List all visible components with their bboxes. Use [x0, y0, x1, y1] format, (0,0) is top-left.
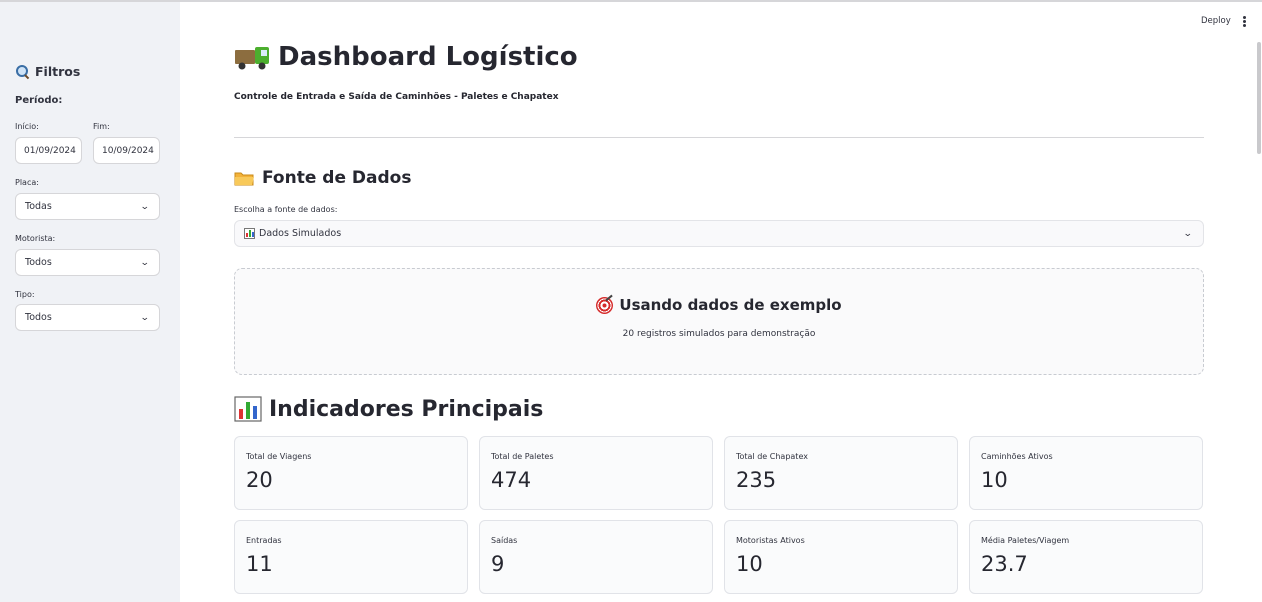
period-label: Período: [15, 95, 63, 106]
scrollbar[interactable] [1257, 42, 1261, 154]
data-source-select-label: Escolha a fonte de dados: [234, 205, 338, 214]
kpi-card-label: Total de Chapatex [736, 452, 808, 461]
page-title: Dashboard Logístico [234, 42, 578, 72]
kpi-card-value: 10 [736, 552, 763, 576]
kpi-card-value: 20 [246, 468, 273, 492]
sidebar-title-text: Filtros [35, 64, 81, 79]
target-icon [596, 296, 614, 314]
type-select-value: Todos [25, 312, 52, 323]
plate-select[interactable]: Todas ⌄ [15, 193, 160, 220]
data-source-select[interactable]: Dados Simulados ⌄ [234, 220, 1204, 247]
data-source-heading-text: Fonte de Dados [262, 168, 412, 188]
chevron-down-icon: ⌄ [140, 312, 151, 323]
kpi-card: Total de Paletes 474 [479, 436, 713, 510]
page-title-text: Dashboard Logístico [278, 42, 578, 72]
kpi-card-value: 23.7 [981, 552, 1028, 576]
deploy-button[interactable]: Deploy [1201, 16, 1231, 26]
kpi-card-label: Entradas [246, 536, 282, 545]
kpi-card-label: Total de Paletes [491, 452, 554, 461]
driver-select[interactable]: Todos ⌄ [15, 249, 160, 276]
more-menu-icon[interactable] [1243, 16, 1247, 28]
end-date-label: Fim: [93, 122, 110, 131]
driver-label: Motorista: [15, 234, 56, 243]
kpi-card-value: 474 [491, 468, 532, 492]
kpi-card-label: Saídas [491, 536, 518, 545]
kpi-card-label: Caminhões Ativos [981, 452, 1053, 461]
type-label: Tipo: [15, 290, 35, 299]
kpi-card-label: Média Paletes/Viagem [981, 536, 1070, 545]
page-subtitle: Controle de Entrada e Saída de Caminhões… [234, 92, 559, 102]
kpi-card-value: 9 [491, 552, 505, 576]
start-date-input[interactable]: 01/09/2024 [15, 137, 82, 164]
chevron-down-icon: ⌄ [140, 257, 151, 268]
sidebar: Filtros Período: Início: 01/09/2024 Fim:… [0, 2, 180, 602]
sample-data-notice: Usando dados de exemplo 20 registros sim… [234, 268, 1204, 375]
chevron-down-icon: ⌄ [140, 201, 151, 212]
kpi-card: Total de Viagens 20 [234, 436, 468, 510]
bar-chart-icon [234, 396, 262, 422]
kpi-card-value: 10 [981, 468, 1008, 492]
folder-icon [234, 172, 254, 186]
bar-chart-icon [244, 228, 255, 239]
sidebar-title: Filtros [16, 64, 80, 79]
kpi-card: Caminhões Ativos 10 [969, 436, 1203, 510]
kpi-heading: Indicadores Principais [234, 396, 543, 422]
top-border [0, 0, 1262, 2]
plate-select-value: Todas [25, 201, 52, 212]
kpi-card: Média Paletes/Viagem 23.7 [969, 520, 1203, 594]
kpi-card-value: 11 [246, 552, 273, 576]
kpi-card-label: Motoristas Ativos [736, 536, 805, 545]
type-select[interactable]: Todos ⌄ [15, 304, 160, 331]
notice-title-text: Usando dados de exemplo [619, 296, 842, 314]
driver-select-value: Todos [25, 257, 52, 268]
kpi-card: Entradas 11 [234, 520, 468, 594]
kpi-card-value: 235 [736, 468, 777, 492]
data-source-heading: Fonte de Dados [234, 168, 411, 188]
kpi-card: Saídas 9 [479, 520, 713, 594]
end-date-input[interactable]: 10/09/2024 [93, 137, 160, 164]
kpi-card: Total de Chapatex 235 [724, 436, 958, 510]
kpi-card: Motoristas Ativos 10 [724, 520, 958, 594]
start-date-label: Início: [15, 122, 39, 131]
truck-icon [234, 43, 270, 71]
chevron-down-icon: ⌄ [1183, 228, 1194, 239]
plate-label: Placa: [15, 178, 39, 187]
data-source-select-value: Dados Simulados [259, 228, 342, 239]
divider [234, 137, 1204, 138]
notice-text: 20 registros simulados para demonstração [622, 329, 816, 339]
kpi-card-label: Total de Viagens [246, 452, 312, 461]
notice-title: Usando dados de exemplo [235, 296, 1203, 314]
kpi-heading-text: Indicadores Principais [269, 396, 544, 422]
magnifier-icon [16, 64, 30, 79]
